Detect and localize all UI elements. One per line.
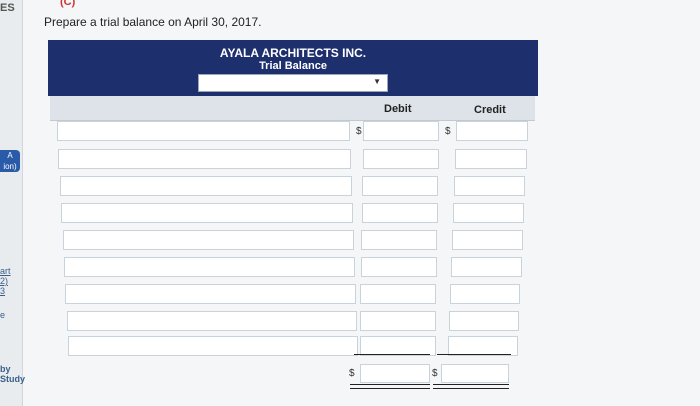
- left-sidebar: ES A ion) art 2) 3 e by Study: [0, 0, 25, 406]
- debit-input[interactable]: [360, 284, 437, 304]
- debit-input[interactable]: [360, 311, 437, 331]
- account-input[interactable]: [68, 336, 358, 356]
- sidebar-badge-line2: ion): [3, 162, 17, 171]
- sidebar-top-label: ES: [0, 2, 15, 14]
- chevron-down-icon: ▼: [373, 77, 381, 86]
- credit-input[interactable]: [448, 336, 518, 356]
- company-name: AYALA ARCHITECTS INC.: [219, 46, 367, 60]
- debit-input[interactable]: [363, 121, 439, 141]
- debit-input[interactable]: [362, 149, 439, 169]
- credit-total-rule: [437, 354, 511, 355]
- sidebar-link-study[interactable]: by Study: [0, 364, 25, 384]
- credit-input[interactable]: [451, 257, 522, 277]
- sidebar-link-part[interactable]: art 2) 3: [0, 266, 11, 296]
- credit-total-double-rule: [433, 384, 509, 389]
- debit-input[interactable]: [359, 336, 436, 356]
- debit-total-dollar-sign: $: [349, 368, 355, 379]
- credit-input[interactable]: [456, 121, 528, 141]
- credit-total-dollar-sign: $: [432, 368, 438, 379]
- debit-total-rule: [354, 354, 430, 355]
- trial-balance-header: AYALA ARCHITECTS INC. Trial Balance ▼: [48, 40, 538, 96]
- statement-title: Trial Balance: [259, 60, 327, 72]
- credit-input[interactable]: [454, 176, 526, 196]
- credit-input[interactable]: [450, 284, 521, 304]
- account-input[interactable]: [66, 311, 357, 331]
- credit-dollar-sign: $: [445, 126, 451, 137]
- sidebar-link-part-line3: 3: [0, 286, 6, 296]
- account-input[interactable]: [62, 230, 354, 250]
- debit-dollar-sign: $: [356, 126, 362, 137]
- account-input[interactable]: [61, 203, 353, 223]
- debit-input[interactable]: [360, 257, 437, 277]
- credit-total-input[interactable]: [441, 364, 509, 383]
- debit-input[interactable]: [361, 203, 438, 223]
- debit-input[interactable]: [362, 176, 439, 196]
- credit-input[interactable]: [452, 230, 523, 250]
- account-input[interactable]: [64, 257, 355, 277]
- credit-input[interactable]: [449, 311, 520, 331]
- date-select[interactable]: ▼: [198, 74, 388, 92]
- column-header-row: Debit Credit: [50, 96, 535, 121]
- credit-input[interactable]: [453, 203, 525, 223]
- debit-column-header: Debit: [384, 103, 412, 115]
- debit-total-input[interactable]: [360, 364, 430, 383]
- debit-input[interactable]: [361, 230, 438, 250]
- question-prompt: Prepare a trial balance on April 30, 201…: [44, 15, 262, 29]
- credit-column-header: Credit: [474, 104, 506, 116]
- account-input[interactable]: [65, 284, 356, 304]
- sidebar-badge[interactable]: A ion): [0, 150, 20, 172]
- part-marker: (C): [60, 0, 76, 8]
- sidebar-badge-line1: A: [7, 151, 13, 160]
- sidebar-link-part-line2: 2): [0, 276, 9, 286]
- account-input[interactable]: [58, 149, 351, 169]
- sidebar-link-e[interactable]: e: [0, 310, 5, 320]
- account-input[interactable]: [59, 176, 352, 196]
- sidebar-link-part-line1: art: [0, 266, 11, 276]
- debit-total-double-rule: [350, 384, 430, 389]
- credit-input[interactable]: [455, 149, 527, 169]
- account-input[interactable]: [57, 121, 350, 141]
